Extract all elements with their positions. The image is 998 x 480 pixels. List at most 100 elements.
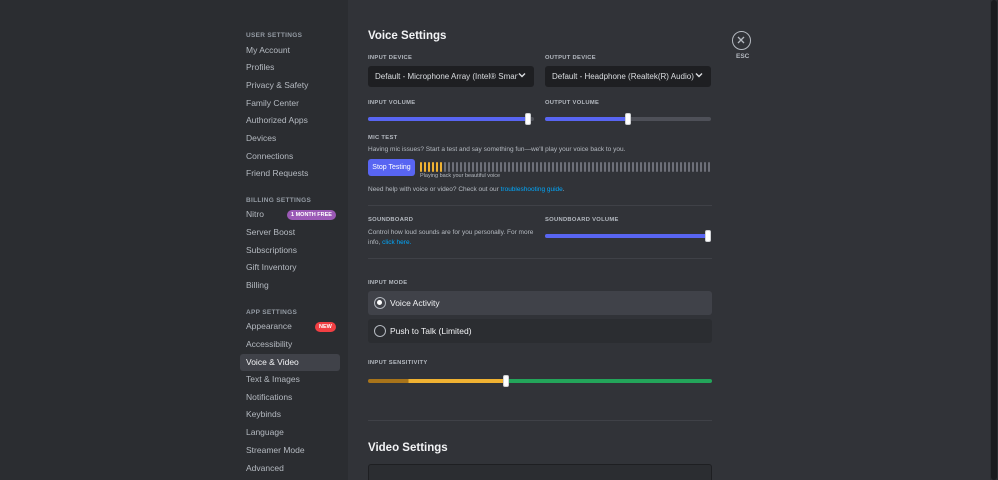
meter-segment <box>516 162 518 172</box>
sidebar-item-appearance[interactable]: Appearance NEW <box>240 318 340 335</box>
meter-segment <box>504 162 506 172</box>
scrollbar-thumb[interactable] <box>991 0 997 480</box>
close-icon <box>737 36 745 44</box>
sensitivity-grabber[interactable] <box>503 375 509 387</box>
meter-segment <box>564 162 566 172</box>
sidebar-item-connections[interactable]: Connections <box>240 148 340 165</box>
meter-segment <box>424 162 426 172</box>
meter-segment <box>520 162 522 172</box>
slider-grabber[interactable] <box>525 113 531 125</box>
sidebar-item-nitro[interactable]: Nitro 1 MONTH FREE <box>240 206 340 223</box>
sidebar-item-advanced[interactable]: Advanced <box>240 460 340 477</box>
sidebar-item-label: Appearance <box>246 321 292 331</box>
close-button[interactable] <box>732 31 751 50</box>
meter-segment <box>660 162 662 172</box>
mic-test-label: Mic Test <box>368 135 398 141</box>
mic-level-meter <box>420 162 712 172</box>
sidebar-item-my-account[interactable]: My Account <box>240 42 340 59</box>
new-badge: NEW <box>315 321 336 332</box>
meter-segment <box>628 162 630 172</box>
soundboard-click-here-link[interactable]: click here. <box>382 239 411 246</box>
input-volume-slider[interactable] <box>368 113 534 125</box>
radio-label: Voice Activity <box>390 298 440 308</box>
meter-segment <box>572 162 574 172</box>
sidebar-item-friend-requests[interactable]: Friend Requests <box>240 165 340 182</box>
meter-segment <box>656 162 658 172</box>
output-device-label: Output Device <box>545 55 596 61</box>
slider-fill <box>545 234 708 238</box>
mic-test-description: Having mic issues? Start a test and say … <box>368 146 626 153</box>
sidebar-item-family-center[interactable]: Family Center <box>240 95 340 112</box>
sidebar-item-voice-video[interactable]: Voice & Video <box>240 354 340 371</box>
settings-sidebar: User Settings My Account Profiles Privac… <box>0 0 348 480</box>
meter-segment <box>692 162 694 172</box>
input-sensitivity-label: Input Sensitivity <box>368 360 428 366</box>
page-scrollbar[interactable] <box>990 0 998 480</box>
meter-segment <box>500 162 502 172</box>
slider-fill <box>368 117 528 121</box>
radio-selected-icon <box>374 297 386 309</box>
input-mode-voice-activity[interactable]: Voice Activity <box>368 291 712 315</box>
meter-segment <box>540 162 542 172</box>
soundboard-volume-slider[interactable] <box>545 230 711 242</box>
meter-segment <box>448 162 450 172</box>
slider-grabber[interactable] <box>705 230 711 242</box>
help-text: Need help with voice or video? Check out… <box>368 185 565 195</box>
sidebar-item-privacy-safety[interactable]: Privacy & Safety <box>240 77 340 94</box>
meter-segment <box>604 162 606 172</box>
video-settings-title: Video Settings <box>368 442 448 454</box>
chevron-down-icon <box>518 73 526 78</box>
input-device-select[interactable]: Default - Microphone Array (Intel® Smart… <box>368 66 534 87</box>
input-mode-push-to-talk[interactable]: Push to Talk (Limited) <box>368 319 712 343</box>
soundboard-volume-label: Soundboard Volume <box>545 217 619 223</box>
sidebar-item-accessibility[interactable]: Accessibility <box>240 336 340 353</box>
meter-segment <box>636 162 638 172</box>
chevron-down-icon <box>695 73 703 78</box>
help-text-end: . <box>562 186 565 193</box>
radio-label: Push to Talk (Limited) <box>390 326 472 336</box>
section-divider <box>368 205 712 206</box>
output-volume-slider[interactable] <box>545 113 711 125</box>
sidebar-item-server-boost[interactable]: Server Boost <box>240 224 340 241</box>
meter-segment <box>568 162 570 172</box>
meter-segment <box>576 162 578 172</box>
troubleshooting-guide-link[interactable]: troubleshooting guide <box>501 186 563 193</box>
meter-segment <box>584 162 586 172</box>
output-volume-label: Output Volume <box>545 100 600 106</box>
sidebar-item-devices[interactable]: Devices <box>240 130 340 147</box>
meter-segment <box>484 162 486 172</box>
sidebar-item-language[interactable]: Language <box>240 424 340 441</box>
meter-segment <box>548 162 550 172</box>
sidebar-item-authorized-apps[interactable]: Authorized Apps <box>240 112 340 129</box>
meter-segment <box>432 162 434 172</box>
stop-testing-button[interactable]: Stop Testing <box>368 159 415 176</box>
sidebar-item-notifications[interactable]: Notifications <box>240 389 340 406</box>
meter-segment <box>544 162 546 172</box>
meter-segment <box>688 162 690 172</box>
meter-caption: Playing back your beautiful voice <box>420 173 501 179</box>
sidebar-item-profiles[interactable]: Profiles <box>240 59 340 76</box>
meter-segment <box>664 162 666 172</box>
sidebar-item-text-images[interactable]: Text & Images <box>240 371 340 388</box>
meter-segment <box>640 162 642 172</box>
section-heading-user-settings: User Settings <box>246 32 303 39</box>
input-sensitivity-slider[interactable] <box>368 375 712 387</box>
meter-segment <box>580 162 582 172</box>
sidebar-item-billing[interactable]: Billing <box>240 277 340 294</box>
sidebar-item-subscriptions[interactable]: Subscriptions <box>240 242 340 259</box>
meter-segment <box>452 162 454 172</box>
output-device-select[interactable]: Default - Headphone (Realtek(R) Audio) <box>545 66 711 87</box>
slider-grabber[interactable] <box>625 113 631 125</box>
meter-segment <box>596 162 598 172</box>
meter-segment <box>648 162 650 172</box>
sidebar-item-keybinds[interactable]: Keybinds <box>240 406 340 423</box>
meter-segment <box>468 162 470 172</box>
section-divider <box>368 420 712 421</box>
meter-segment <box>624 162 626 172</box>
voice-settings-title: Voice Settings <box>368 30 447 42</box>
sidebar-item-streamer-mode[interactable]: Streamer Mode <box>240 442 340 459</box>
sidebar-item-gift-inventory[interactable]: Gift Inventory <box>240 259 340 276</box>
meter-segment <box>676 162 678 172</box>
meter-segment <box>704 162 706 172</box>
section-heading-billing-settings: Billing Settings <box>246 197 312 204</box>
